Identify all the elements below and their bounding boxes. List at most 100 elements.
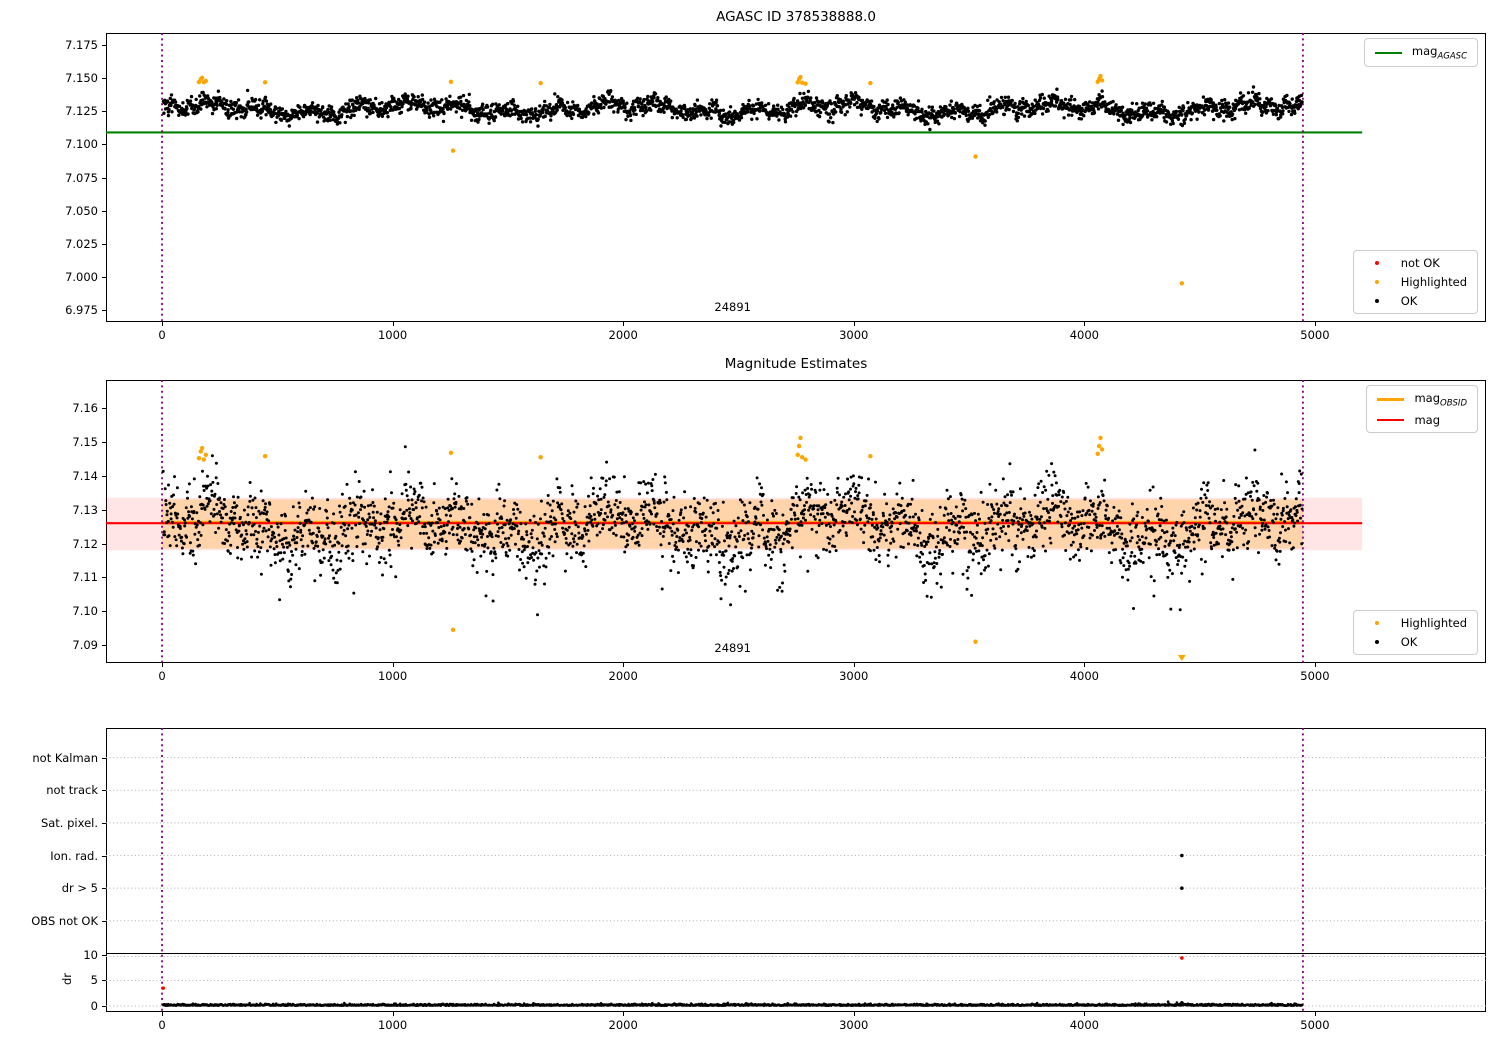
legend-label: OK bbox=[1400, 635, 1418, 649]
x-tick-label: 4000 bbox=[1069, 328, 1099, 342]
top-plot-title: AGASC ID 378538888.0 bbox=[716, 9, 876, 25]
x-tick-mark bbox=[623, 663, 625, 667]
legend-entry: OK bbox=[1364, 635, 1467, 649]
y-tick-label: 7.13 bbox=[72, 502, 98, 517]
y-tick-mark bbox=[102, 611, 106, 613]
flag-tick-label: OBS not OK bbox=[31, 913, 98, 928]
y-tick-label: 7.14 bbox=[72, 468, 98, 483]
legend-entry: Highlighted bbox=[1364, 275, 1467, 289]
flag-tick-label: dr > 5 bbox=[61, 881, 98, 896]
y-tick-label: 7.09 bbox=[72, 638, 98, 653]
y-tick-mark bbox=[102, 822, 106, 824]
x-tick-label: 3000 bbox=[839, 328, 869, 342]
legend-line-swatch bbox=[1377, 419, 1405, 422]
legend-entry: magAGASC bbox=[1374, 44, 1467, 62]
y-tick-mark bbox=[102, 888, 106, 890]
flag-tick-label: Ion. rad. bbox=[50, 848, 98, 863]
x-tick-label: 4000 bbox=[1069, 1018, 1099, 1032]
flag-tick-label: 0 bbox=[90, 998, 98, 1013]
x-tick-mark bbox=[1314, 663, 1316, 667]
x-tick-label: 1000 bbox=[377, 669, 408, 683]
y-tick-mark bbox=[102, 310, 106, 312]
figure: AGASC ID 378538888.0 24891 0 1000 2000 3000… bbox=[0, 0, 1500, 1050]
legend-dot-swatch bbox=[1364, 261, 1391, 265]
y-tick-label: 7.100 bbox=[65, 137, 98, 152]
x-tick-label: 2000 bbox=[608, 669, 638, 683]
y-tick-mark bbox=[102, 645, 106, 647]
x-tick-label: 2000 bbox=[608, 1018, 638, 1032]
x-tick-mark bbox=[853, 663, 855, 667]
y-tick-mark bbox=[102, 408, 106, 410]
legend-label: OK bbox=[1400, 294, 1418, 308]
legend-dot-swatch bbox=[1364, 280, 1391, 284]
x-tick-mark bbox=[1314, 322, 1316, 326]
x-tick-mark bbox=[392, 663, 394, 667]
x-tick-label: 5000 bbox=[1300, 328, 1330, 342]
legend-dot-swatch bbox=[1364, 621, 1391, 625]
legend-label: magOBSID bbox=[1414, 391, 1467, 409]
x-tick-label: 0 bbox=[158, 669, 166, 683]
y-tick-label: 7.10 bbox=[72, 604, 98, 619]
x-tick-label: 4000 bbox=[1069, 669, 1099, 683]
x-tick-mark bbox=[162, 663, 164, 667]
x-tick-mark bbox=[392, 1012, 394, 1016]
legend-label: Highlighted bbox=[1400, 275, 1467, 289]
top-plot-obsid-annotation: 24891 bbox=[714, 300, 751, 314]
y-tick-mark bbox=[102, 210, 106, 212]
legend-mag_agasc_plot-bottom-right: not OK Highlighted OK bbox=[1352, 250, 1478, 314]
y-tick-mark bbox=[102, 543, 106, 545]
y-tick-mark bbox=[102, 954, 106, 956]
x-tick-label: 2000 bbox=[608, 328, 638, 342]
x-tick-mark bbox=[1314, 1012, 1316, 1016]
y-tick-mark bbox=[102, 980, 106, 982]
y-tick-label: 7.11 bbox=[72, 570, 98, 585]
legend-line-swatch bbox=[1374, 51, 1402, 54]
legend-entry: mag bbox=[1377, 413, 1467, 427]
x-tick-label: 0 bbox=[158, 328, 166, 342]
middle-plot: Magnitude Estimates 24891 0 1000 2000 3000 4… bbox=[72, 356, 1486, 683]
x-tick-label: 0 bbox=[158, 1018, 166, 1032]
x-tick-mark bbox=[623, 1012, 625, 1016]
legend-magnitude_estimates_plot-bottom-right: Highlighted OK bbox=[1352, 610, 1478, 655]
y-tick-mark bbox=[102, 920, 106, 922]
y-tick-label: 7.125 bbox=[65, 104, 98, 119]
y-tick-mark bbox=[102, 144, 106, 146]
legend-entry: magOBSID bbox=[1377, 391, 1467, 408]
flag-tick-label: Sat. pixel. bbox=[40, 815, 98, 830]
y-tick-mark bbox=[102, 243, 106, 245]
y-tick-label: 7.025 bbox=[65, 236, 98, 251]
y-tick-label: 6.975 bbox=[65, 303, 98, 318]
x-tick-mark bbox=[1084, 322, 1086, 326]
x-tick-mark bbox=[1084, 663, 1086, 667]
legend-line-swatch bbox=[1377, 398, 1405, 402]
y-tick-label: 7.000 bbox=[65, 269, 98, 284]
dr-axis-label: dr bbox=[60, 973, 75, 986]
legend-label: magAGASC bbox=[1411, 44, 1467, 62]
y-tick-mark bbox=[102, 509, 106, 511]
y-tick-mark bbox=[102, 475, 106, 477]
x-tick-mark bbox=[853, 322, 855, 326]
top-plot: AGASC ID 378538888.0 24891 0 1000 2000 3000… bbox=[65, 9, 1486, 342]
x-tick-mark bbox=[392, 322, 394, 326]
x-tick-mark bbox=[1084, 1012, 1086, 1016]
x-tick-label: 5000 bbox=[1300, 669, 1330, 683]
y-tick-label: 7.075 bbox=[65, 170, 98, 185]
x-tick-mark bbox=[623, 322, 625, 326]
y-tick-label: 7.15 bbox=[72, 434, 98, 449]
y-tick-mark bbox=[102, 855, 106, 857]
flag-tick-label: not track bbox=[46, 783, 98, 798]
x-tick-mark bbox=[162, 1012, 164, 1016]
y-tick-mark bbox=[102, 1005, 106, 1007]
legend-label: mag bbox=[1414, 413, 1441, 428]
y-tick-mark bbox=[102, 78, 106, 80]
y-tick-mark bbox=[102, 276, 106, 278]
x-tick-label: 5000 bbox=[1300, 1018, 1330, 1032]
top-plot-canvas bbox=[106, 33, 1363, 322]
x-tick-mark bbox=[162, 322, 164, 326]
y-tick-label: 7.050 bbox=[65, 203, 98, 218]
middle-plot-obsid-annotation: 24891 bbox=[714, 641, 751, 655]
bottom-plot-canvas bbox=[106, 728, 1486, 1012]
flag-tick-label: 5 bbox=[90, 973, 98, 988]
x-tick-label: 3000 bbox=[839, 1018, 869, 1032]
legend-dot-swatch bbox=[1364, 299, 1391, 303]
